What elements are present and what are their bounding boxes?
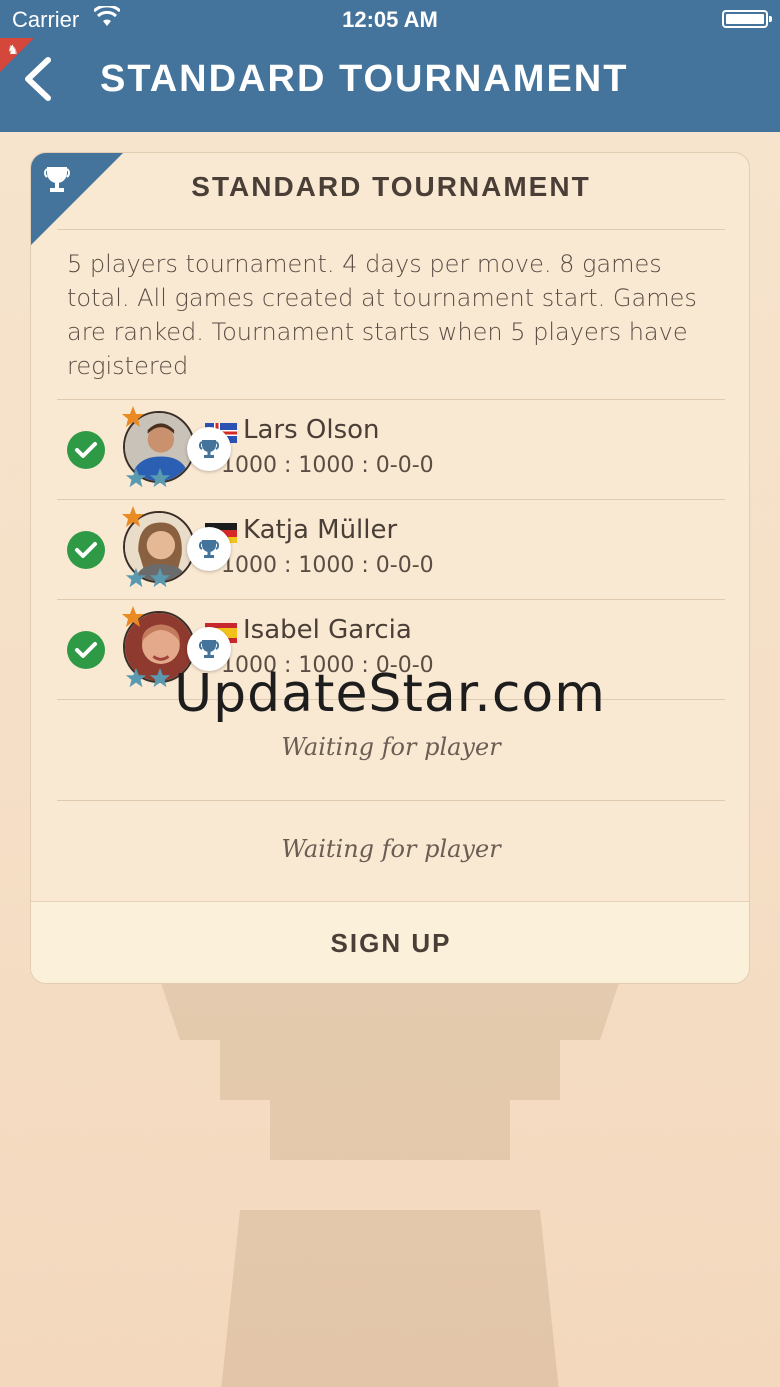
player-name: Isabel Garcia bbox=[243, 615, 412, 645]
star-icon bbox=[125, 467, 147, 488]
battery-icon bbox=[722, 10, 772, 28]
waiting-slot: Waiting for player bbox=[281, 835, 501, 863]
check-icon bbox=[67, 531, 105, 569]
star-icon bbox=[122, 506, 144, 527]
player-row[interactable]: 1000 : 1000 : 0-0-0 Lars Olson bbox=[31, 401, 749, 501]
app-header: Carrier 12:05 AM ♞ STANDARD TOURNAMENT bbox=[0, 0, 780, 132]
star-icon bbox=[122, 606, 144, 627]
watermark: UpdateStar.com bbox=[174, 664, 606, 724]
star-icon bbox=[149, 467, 171, 488]
trophy-icon bbox=[198, 640, 220, 658]
chevron-left-icon bbox=[25, 57, 51, 101]
star-icon bbox=[149, 567, 171, 588]
divider bbox=[57, 800, 725, 801]
status-bar: Carrier 12:05 AM bbox=[0, 0, 780, 40]
trophy-badge bbox=[187, 427, 231, 471]
player-name: Lars Olson bbox=[243, 415, 380, 445]
tournament-description: 5 players tournament. 4 days per move. 8… bbox=[67, 250, 697, 380]
back-button[interactable] bbox=[12, 52, 62, 106]
player-name: Katja Müller bbox=[243, 515, 398, 545]
page-title: STANDARD TOURNAMENT bbox=[100, 58, 629, 100]
divider bbox=[57, 499, 725, 500]
trophy-icon bbox=[198, 540, 220, 558]
divider bbox=[57, 399, 725, 400]
trophy-icon bbox=[198, 440, 220, 458]
sign-up-label: SIGN UP bbox=[330, 928, 452, 958]
sign-up-button[interactable]: SIGN UP bbox=[31, 901, 749, 983]
background-chess-piece bbox=[160, 980, 620, 1387]
trophy-badge bbox=[187, 527, 231, 571]
clock: 12:05 AM bbox=[342, 7, 438, 32]
player-row[interactable]: 1000 : 1000 : 0-0-0 Katja Müller bbox=[31, 501, 749, 601]
divider bbox=[57, 229, 725, 230]
waiting-slot: Waiting for player bbox=[281, 733, 501, 761]
card-title: STANDARD TOURNAMENT bbox=[191, 171, 591, 202]
tournament-card: STANDARD TOURNAMENT 5 players tournament… bbox=[30, 152, 750, 984]
player-rating: 1000 : 1000 : 0-0-0 bbox=[221, 553, 434, 578]
divider bbox=[57, 599, 725, 600]
check-icon bbox=[67, 431, 105, 469]
star-icon bbox=[122, 406, 144, 427]
player-rating: 1000 : 1000 : 0-0-0 bbox=[221, 453, 434, 478]
star-icon bbox=[125, 567, 147, 588]
